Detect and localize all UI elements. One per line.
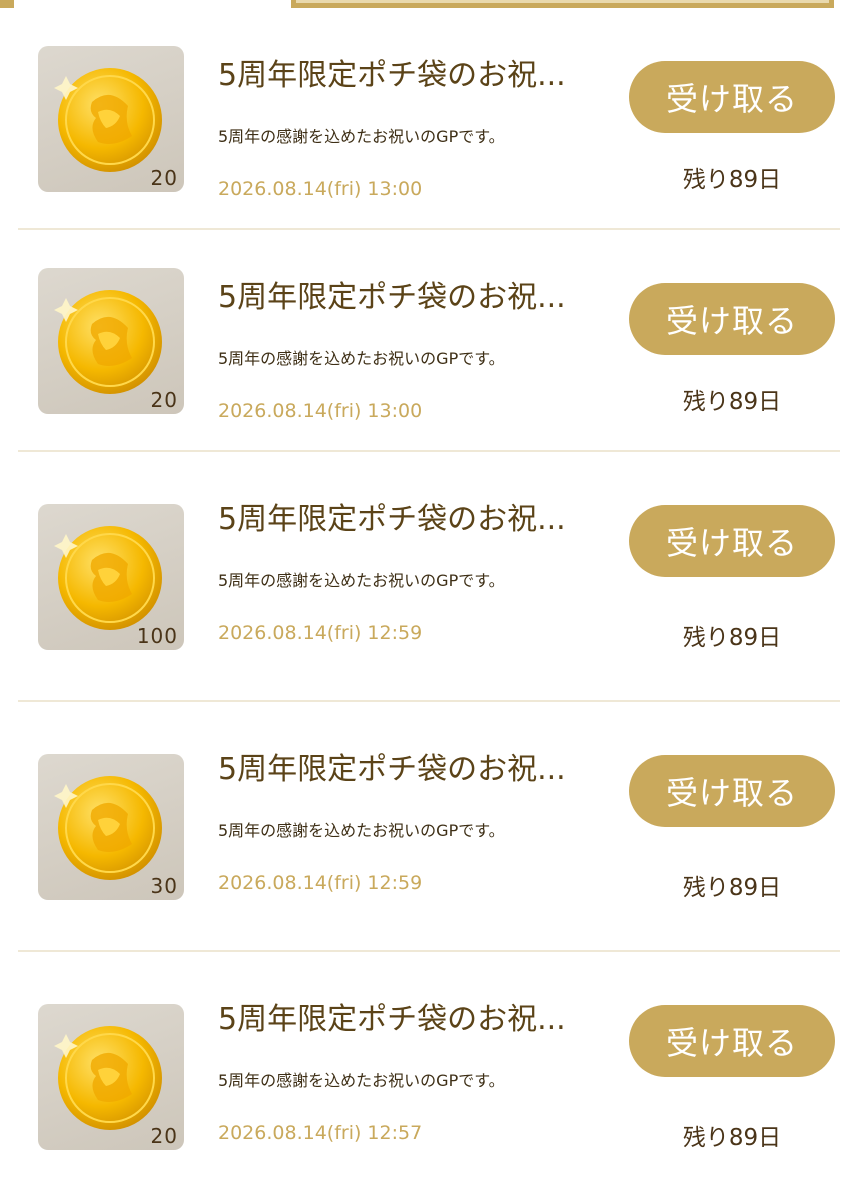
receive-button[interactable]: 受け取る	[629, 61, 835, 133]
item-date: 2026.08.14(fri) 12:57	[218, 1122, 423, 1144]
item-date: 2026.08.14(fri) 13:00	[218, 400, 423, 422]
item-title: 5周年限定ポチ袋のお祝...	[218, 1002, 566, 1037]
item-description: 5周年の感謝を込めたお祝いのGPです。	[218, 349, 505, 368]
receive-button[interactable]: 受け取る	[629, 283, 835, 355]
list-item: 20 5周年限定ポチ袋のお祝... 5周年の感謝を込めたお祝いのGPです。 20…	[18, 46, 840, 206]
list-item: 30 5周年限定ポチ袋のお祝... 5周年の感謝を込めたお祝いのGPです。 20…	[18, 740, 840, 910]
item-thumbnail: 20	[38, 1004, 184, 1150]
item-thumbnail: 20	[38, 46, 184, 192]
gold-coin-icon	[54, 68, 162, 172]
list-item: 100 5周年限定ポチ袋のお祝... 5周年の感謝を込めたお祝いのGPです。 2…	[18, 490, 840, 660]
list-item: 20 5周年限定ポチ袋のお祝... 5周年の感謝を込めたお祝いのGPです。 20…	[18, 268, 840, 428]
remaining-days: 残り89日	[682, 1125, 782, 1151]
item-title: 5周年限定ポチ袋のお祝...	[218, 752, 566, 787]
frame-bar-highlight	[296, 0, 829, 3]
item-description: 5周年の感謝を込めたお祝いのGPです。	[218, 127, 505, 146]
top-frame	[0, 0, 858, 8]
list-item: 20 5周年限定ポチ袋のお祝... 5周年の感謝を込めたお祝いのGPです。 20…	[18, 990, 840, 1160]
receive-button[interactable]: 受け取る	[629, 755, 835, 827]
receive-button[interactable]: 受け取る	[629, 505, 835, 577]
remaining-days: 残り89日	[682, 625, 782, 651]
gold-coin-icon	[54, 776, 162, 880]
divider	[18, 228, 840, 230]
gold-coin-icon	[54, 290, 162, 394]
item-description: 5周年の感謝を込めたお祝いのGPです。	[218, 571, 505, 590]
receive-button[interactable]: 受け取る	[629, 1005, 835, 1077]
divider	[18, 450, 840, 452]
frame-corner	[0, 0, 14, 8]
item-title: 5周年限定ポチ袋のお祝...	[218, 280, 566, 315]
item-description: 5周年の感謝を込めたお祝いのGPです。	[218, 821, 505, 840]
item-thumbnail: 30	[38, 754, 184, 900]
item-quantity: 20	[150, 388, 178, 412]
item-title: 5周年限定ポチ袋のお祝...	[218, 58, 566, 93]
divider	[18, 700, 840, 702]
item-date: 2026.08.14(fri) 12:59	[218, 622, 423, 644]
item-thumbnail: 20	[38, 268, 184, 414]
item-title: 5周年限定ポチ袋のお祝...	[218, 502, 566, 537]
item-quantity: 20	[150, 166, 178, 190]
item-quantity: 20	[150, 1124, 178, 1148]
item-description: 5周年の感謝を込めたお祝いのGPです。	[218, 1071, 505, 1090]
item-quantity: 30	[150, 874, 178, 898]
item-thumbnail: 100	[38, 504, 184, 650]
gold-coin-icon	[54, 1026, 162, 1130]
divider	[18, 950, 840, 952]
item-quantity: 100	[136, 624, 178, 648]
gold-coin-icon	[54, 526, 162, 630]
item-date: 2026.08.14(fri) 12:59	[218, 872, 423, 894]
item-date: 2026.08.14(fri) 13:00	[218, 178, 423, 200]
remaining-days: 残り89日	[682, 167, 782, 193]
remaining-days: 残り89日	[682, 389, 782, 415]
remaining-days: 残り89日	[682, 875, 782, 901]
